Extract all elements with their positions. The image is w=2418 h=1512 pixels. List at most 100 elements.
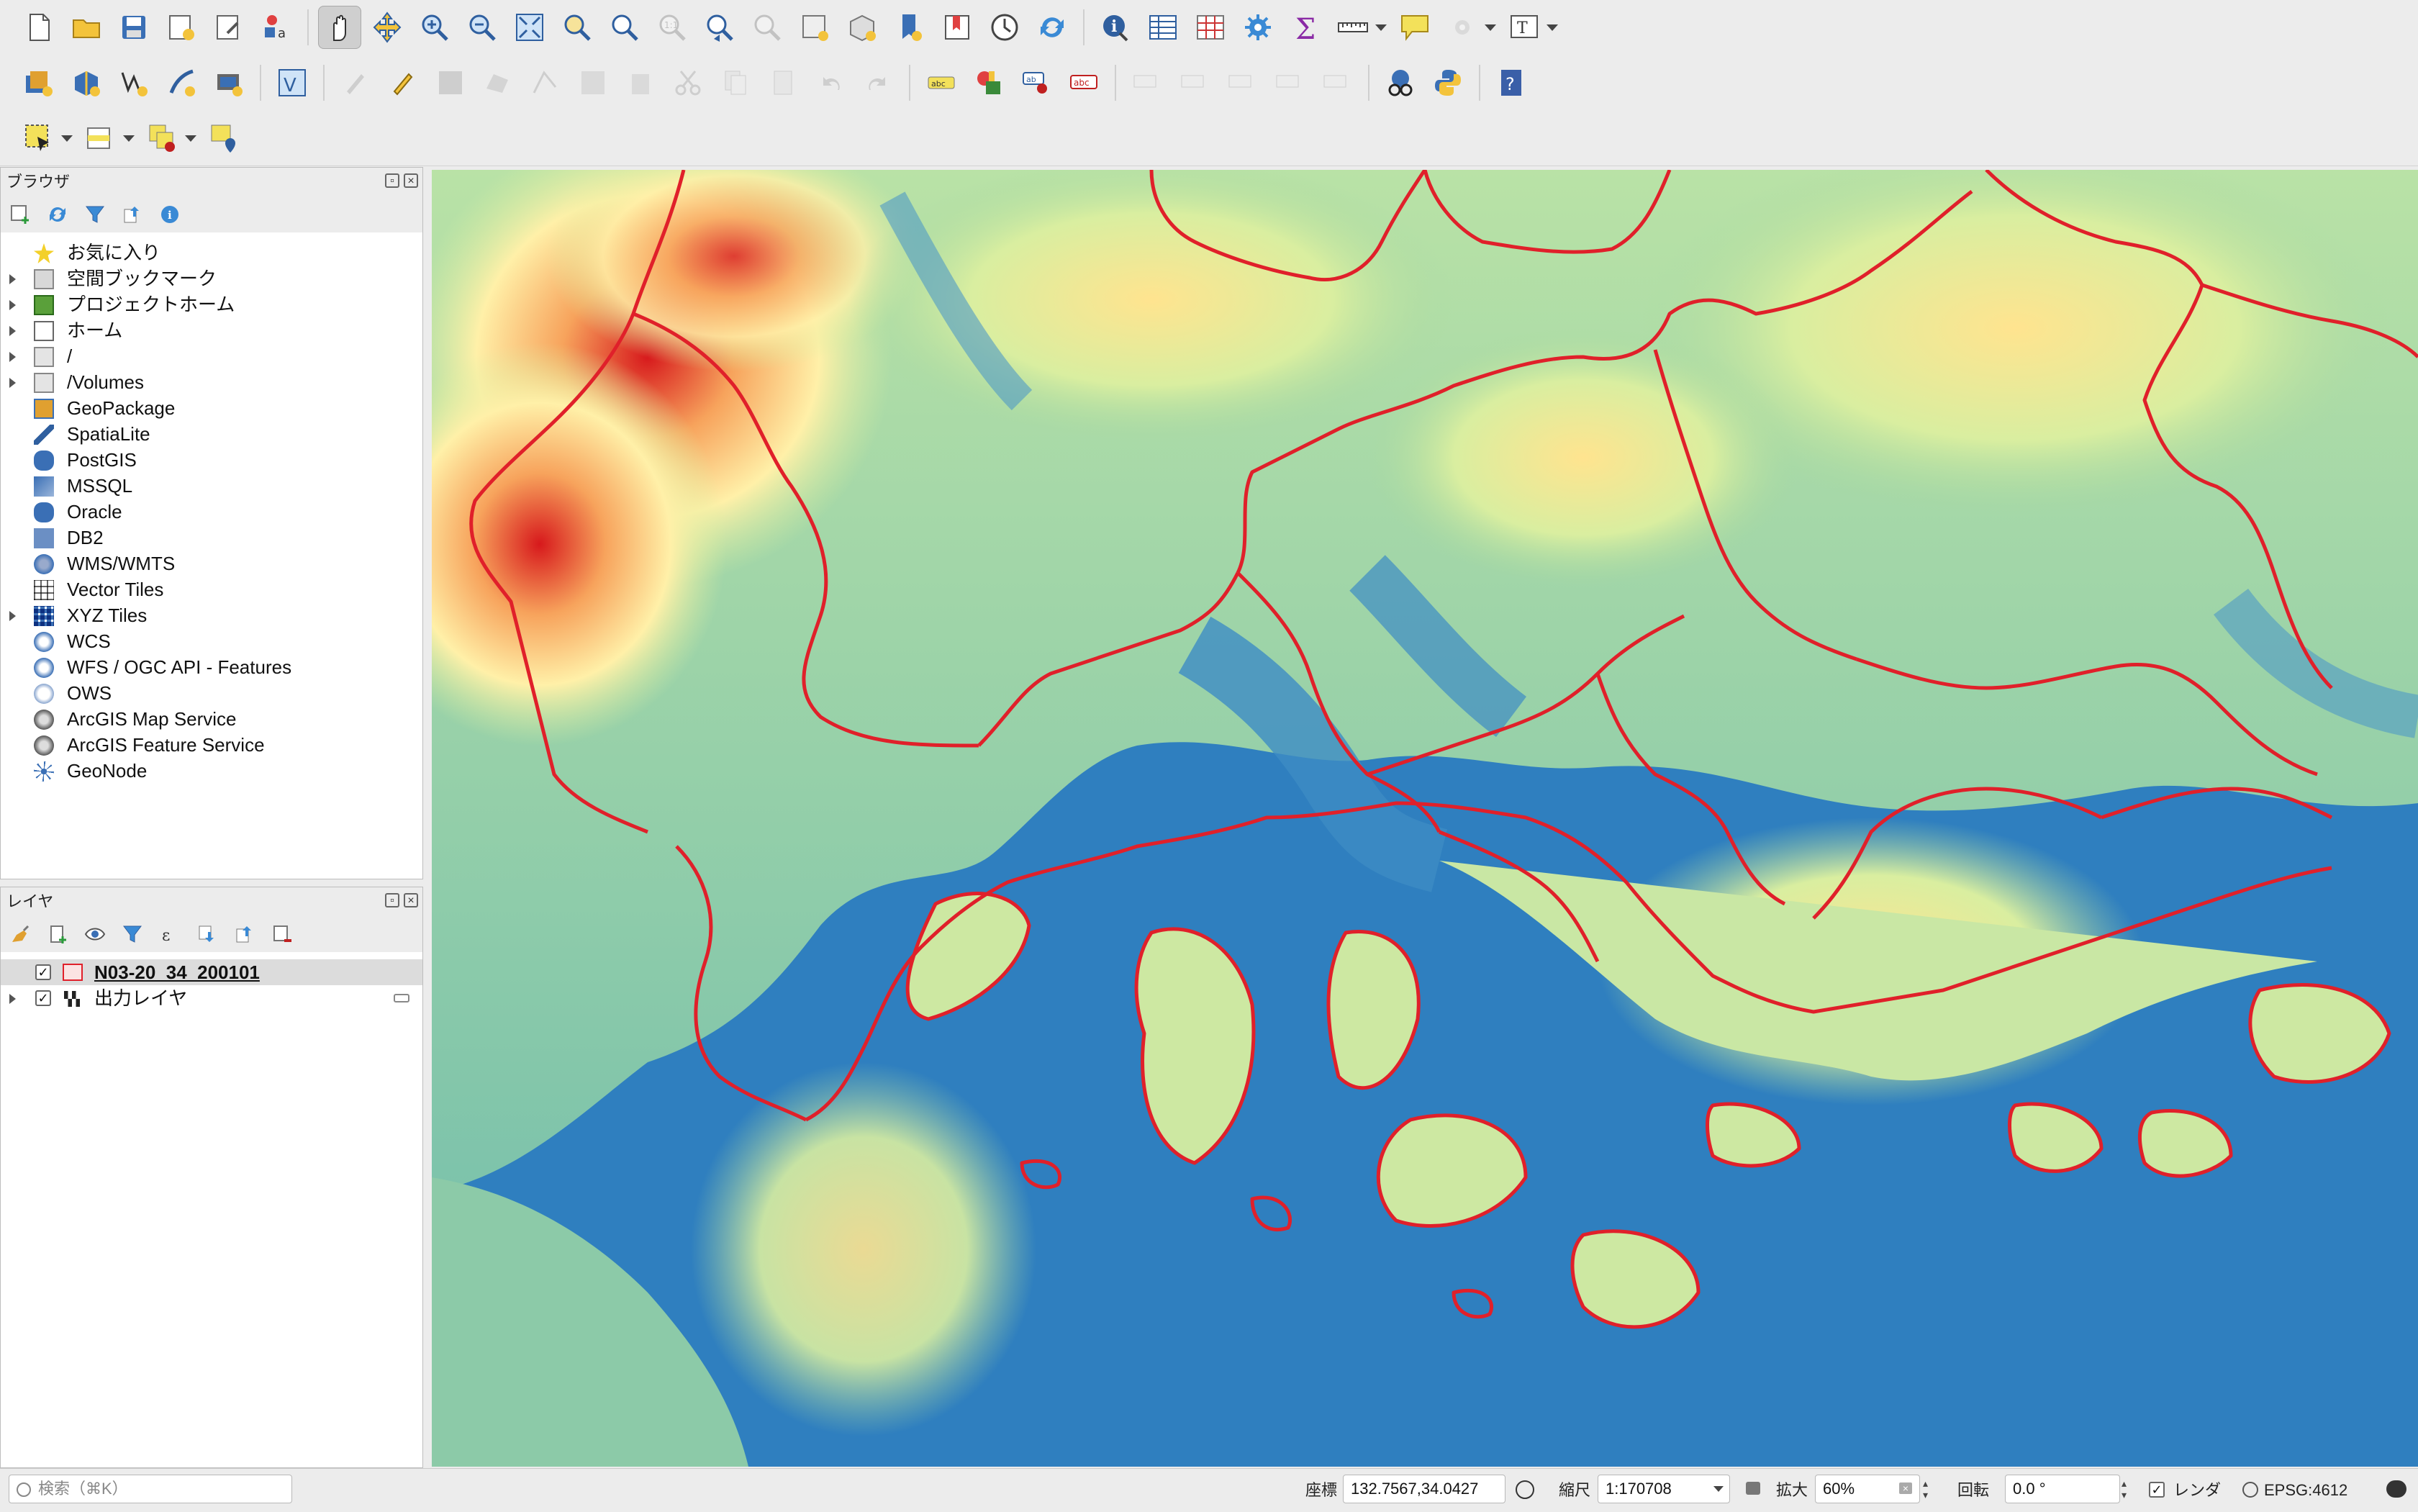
magnifier-spinbox[interactable]: 60% × <box>1815 1475 1920 1503</box>
browser-item[interactable]: GeoNode <box>1 758 422 784</box>
layer-item[interactable]: ✓ 出力レイヤ <box>1 985 422 1011</box>
zoom-in-icon[interactable] <box>413 6 456 49</box>
current-edits-icon[interactable] <box>334 61 377 104</box>
pan-map-icon[interactable] <box>318 6 361 49</box>
pin-labels-icon[interactable]: ab <box>1015 61 1058 104</box>
layer-visibility-checkbox[interactable]: ✓ <box>35 964 51 980</box>
messages-icon[interactable] <box>2386 1480 2406 1498</box>
python-console-icon[interactable] <box>1426 61 1470 104</box>
zoom-native-icon[interactable]: 1:1 <box>651 6 694 49</box>
processing-toolbox-icon[interactable] <box>1236 6 1280 49</box>
new-temporary-layer-icon[interactable] <box>207 61 250 104</box>
undo-icon[interactable] <box>809 61 852 104</box>
filter-by-expression-icon[interactable]: ε <box>158 922 182 946</box>
browser-item[interactable]: OWS <box>1 680 422 706</box>
map-canvas[interactable] <box>432 170 2418 1467</box>
cut-features-icon[interactable] <box>666 61 710 104</box>
help-icon[interactable]: ? <box>1490 61 1533 104</box>
layer-item[interactable]: ✓ N03-20_34_200101 <box>1 959 422 985</box>
browser-item[interactable]: プロジェクトホーム <box>1 291 422 317</box>
browser-item[interactable]: WCS <box>1 628 422 654</box>
crs-label[interactable]: EPSG:4612 <box>2264 1469 2347 1512</box>
zoom-out-icon[interactable] <box>461 6 504 49</box>
toggle-extents-icon[interactable] <box>1516 1480 1534 1499</box>
rotation-spinbox[interactable]: 0.0 ° <box>2005 1475 2120 1503</box>
browser-item[interactable]: / <box>1 343 422 369</box>
scale-combobox[interactable]: 1:170708 <box>1598 1475 1730 1503</box>
metasearch-icon[interactable] <box>1379 61 1422 104</box>
zoom-next-icon[interactable] <box>746 6 789 49</box>
refresh-browser-icon[interactable] <box>45 202 70 227</box>
temporal-controller-icon[interactable] <box>983 6 1026 49</box>
browser-item[interactable]: DB2 <box>1 525 422 551</box>
collapse-all-layers-icon[interactable] <box>232 922 257 946</box>
measure-line-icon[interactable] <box>1331 6 1375 49</box>
add-group-icon[interactable] <box>45 922 70 946</box>
browser-item[interactable]: ArcGIS Feature Service <box>1 732 422 758</box>
layer-labeling-options-icon[interactable]: abc <box>920 61 963 104</box>
field-calculator-icon[interactable] <box>1189 6 1232 49</box>
open-project-icon[interactable] <box>65 6 108 49</box>
new-project-icon[interactable] <box>17 6 60 49</box>
layer-diagram-options-icon[interactable] <box>967 61 1010 104</box>
browser-item[interactable]: GeoPackage <box>1 395 422 421</box>
expand-arrow-icon[interactable] <box>9 378 16 388</box>
spatial-bookmark-icon[interactable] <box>888 6 931 49</box>
delete-selected-icon[interactable] <box>619 61 662 104</box>
refresh-icon[interactable] <box>1031 6 1074 49</box>
clear-icon[interactable]: × <box>1899 1482 1912 1494</box>
change-label-icon[interactable] <box>1221 61 1264 104</box>
layer-visibility-checkbox[interactable]: ✓ <box>35 990 51 1006</box>
layout-manager-icon[interactable] <box>207 6 250 49</box>
pan-to-selection-icon[interactable] <box>366 6 409 49</box>
float-panel-icon[interactable]: ▫ <box>385 173 399 188</box>
manage-visibility-icon[interactable] <box>83 922 107 946</box>
zoom-full-icon[interactable] <box>508 6 551 49</box>
browser-item[interactable]: Oracle <box>1 499 422 525</box>
save-project-icon[interactable] <box>112 6 155 49</box>
expand-arrow-icon[interactable] <box>9 611 16 621</box>
zoom-to-selection-icon[interactable] <box>556 6 599 49</box>
browser-item[interactable]: ArcGIS Map Service <box>1 706 422 732</box>
filter-browser-icon[interactable] <box>83 202 107 227</box>
properties-info-icon[interactable]: i <box>158 202 182 227</box>
lock-scale-icon[interactable] <box>1746 1482 1760 1495</box>
browser-item[interactable]: ホーム <box>1 317 422 343</box>
select-by-location-icon[interactable] <box>203 117 246 160</box>
copy-features-icon[interactable] <box>714 61 757 104</box>
new-virtual-layer-icon[interactable]: V <box>271 61 314 104</box>
close-panel-icon[interactable]: × <box>404 173 418 188</box>
add-layers-icon[interactable] <box>8 202 32 227</box>
map-tips-icon[interactable] <box>1393 6 1436 49</box>
browser-item[interactable]: XYZ Tiles <box>1 602 422 628</box>
browser-item[interactable]: お気に入り <box>1 240 422 266</box>
data-source-manager-icon[interactable] <box>17 61 60 104</box>
rotate-label-icon[interactable] <box>1173 61 1216 104</box>
browser-item[interactable]: PostGIS <box>1 447 422 473</box>
expand-arrow-icon[interactable] <box>9 300 16 310</box>
expand-arrow-icon[interactable] <box>9 326 16 336</box>
add-feature-icon[interactable] <box>476 61 520 104</box>
paste-features-icon[interactable] <box>761 61 805 104</box>
spin-arrows-icon[interactable]: ▴ ▾ <box>2122 1477 2132 1502</box>
select-by-value-icon[interactable] <box>79 117 122 160</box>
settings-gear-icon[interactable] <box>1441 6 1484 49</box>
statistical-summary-icon[interactable]: Σ <box>1284 6 1327 49</box>
browser-item[interactable]: WMS/WMTS <box>1 551 422 576</box>
new-print-layout-icon[interactable] <box>160 6 203 49</box>
float-panel-icon[interactable]: ▫ <box>385 893 399 907</box>
chevron-down-icon[interactable] <box>1713 1486 1724 1492</box>
browser-item[interactable]: Vector Tiles <box>1 576 422 602</box>
show-bookmarks-icon[interactable] <box>936 6 979 49</box>
close-panel-icon[interactable]: × <box>404 893 418 907</box>
layer-indicator-icon[interactable] <box>394 994 409 1002</box>
browser-item[interactable]: SpatiaLite <box>1 421 422 447</box>
text-annotation-icon[interactable]: T <box>1503 6 1546 49</box>
browser-item[interactable]: MSSQL <box>1 473 422 499</box>
expand-arrow-icon[interactable] <box>9 352 16 362</box>
attribute-table-icon[interactable] <box>1141 6 1185 49</box>
browser-item[interactable]: 空間ブックマーク <box>1 266 422 291</box>
show-hide-labels-icon[interactable]: abc <box>1062 61 1105 104</box>
redo-icon[interactable] <box>856 61 900 104</box>
label-properties-icon[interactable] <box>1268 61 1311 104</box>
